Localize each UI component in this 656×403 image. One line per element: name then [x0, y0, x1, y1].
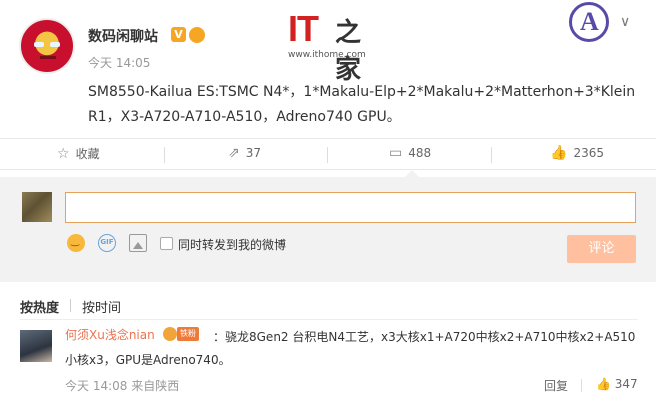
watermark-brand: IT: [288, 8, 319, 49]
star-icon: ☆: [57, 145, 70, 162]
action-bar: ☆ 收藏 ⇗ 37 ▭ 488 👍 2365: [0, 138, 656, 170]
my-avatar[interactable]: [22, 192, 52, 222]
gif-icon[interactable]: GIF: [98, 234, 116, 252]
favorite-label: 收藏: [75, 147, 100, 161]
repost-icon: ⇗: [228, 145, 240, 161]
comment-like-count: 347: [614, 377, 638, 391]
divider: [70, 299, 71, 312]
forward-checkbox[interactable]: [160, 237, 173, 250]
fan-level-icon: [163, 327, 177, 341]
emoji-icon[interactable]: [67, 234, 85, 252]
comment-icon: ▭: [389, 145, 403, 161]
divider: [327, 147, 328, 163]
verified-icon: V: [171, 27, 186, 42]
comment-time: 今天 14:08 来自陕西: [65, 379, 180, 393]
divider: [491, 147, 492, 163]
submit-comment-button[interactable]: 评论: [567, 235, 636, 263]
avatar-mouth: [40, 56, 56, 59]
repost-count: 37: [245, 146, 262, 160]
comment-button[interactable]: ▭ 488: [389, 145, 431, 161]
reply-button[interactable]: 回复: [544, 377, 568, 394]
comment-pointer: [405, 170, 419, 177]
chevron-down-icon[interactable]: ∨: [620, 14, 630, 30]
fan-badge: 铁粉: [177, 327, 199, 341]
ithome-watermark: IT 之家 www.ithome.com: [288, 8, 370, 85]
divider: [581, 379, 582, 392]
author-name[interactable]: 数码闲聊站: [88, 26, 158, 46]
commenter-avatar[interactable]: [20, 330, 52, 362]
watermark-brand-zh: 之家: [335, 18, 362, 85]
comment-like-button[interactable]: 👍 347: [596, 377, 638, 391]
divider: [20, 319, 638, 320]
post-content: SM8550-Kailua ES:TSMC N4*，1*Makalu-Elp+2…: [88, 84, 636, 125]
watermark-url: www.ithome.com: [288, 50, 366, 60]
avatar-eye: [34, 42, 44, 47]
post-time[interactable]: 今天 14:05: [88, 54, 150, 71]
avatar-eye: [50, 42, 60, 47]
author-avatar[interactable]: [19, 18, 75, 74]
image-icon[interactable]: [129, 234, 147, 252]
comment-input[interactable]: [65, 192, 636, 223]
member-badge-icon: [189, 27, 205, 43]
commenter-name[interactable]: 何须Xu浅念nian: [65, 326, 155, 343]
favorite-button[interactable]: ☆ 收藏: [57, 145, 100, 162]
divider: [164, 147, 165, 163]
like-button[interactable]: 👍 2365: [550, 145, 604, 161]
forward-label[interactable]: 同时转发到我的微博: [178, 236, 286, 253]
comment-count: 488: [408, 146, 432, 160]
sort-by-hot-tab[interactable]: 按热度: [20, 297, 59, 316]
sort-by-time-tab[interactable]: 按时间: [82, 297, 121, 316]
repost-button[interactable]: ⇗ 37: [228, 145, 261, 161]
avengers-logo-icon: A: [569, 2, 609, 42]
like-count: 2365: [573, 146, 604, 160]
thumbs-up-icon: 👍: [550, 145, 568, 161]
thumbs-up-icon: 👍: [596, 377, 611, 391]
